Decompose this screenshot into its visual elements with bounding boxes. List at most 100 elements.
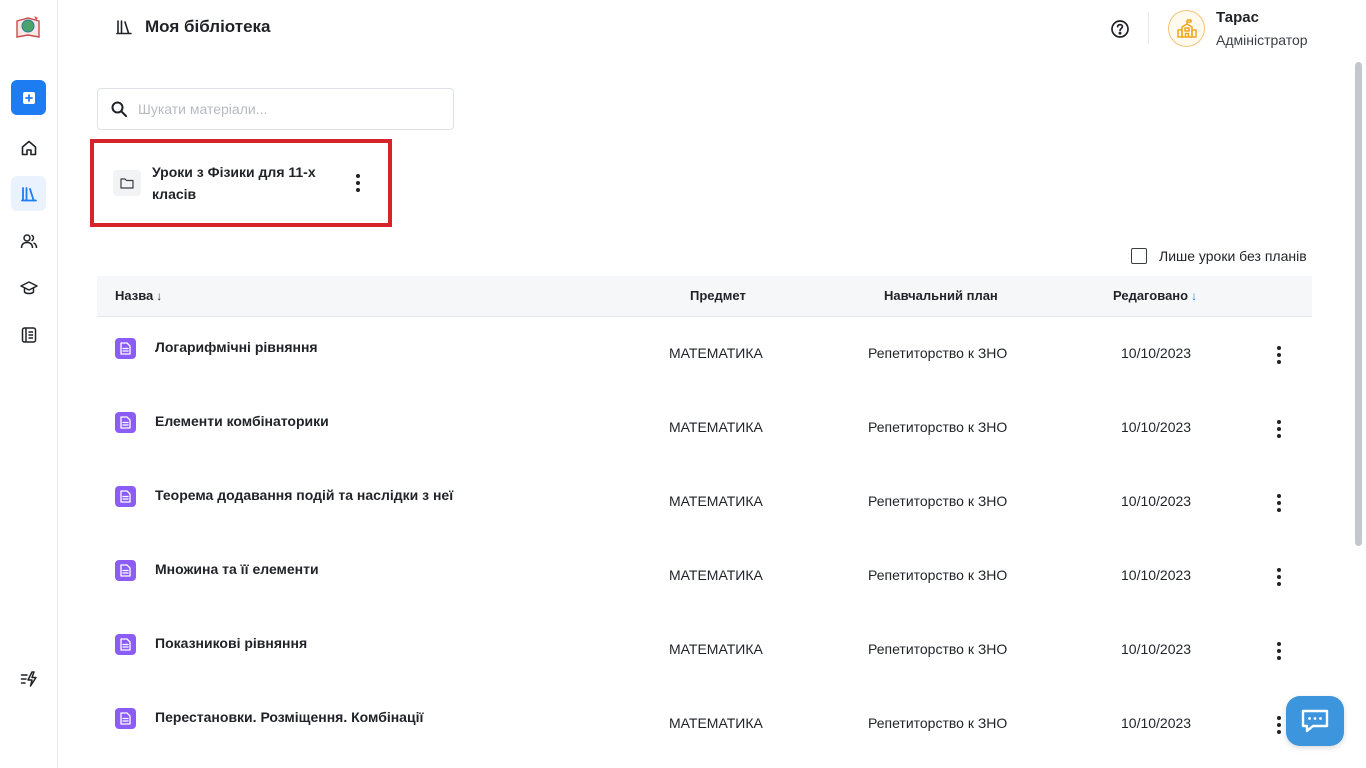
- row-menu-button[interactable]: [1271, 716, 1287, 734]
- column-header-edited[interactable]: Редаговано ↓: [1113, 288, 1197, 303]
- column-header-name-label: Назва: [115, 288, 154, 303]
- column-header-subject-label: Предмет: [690, 288, 746, 303]
- row-subject: МАТЕМАТИКА: [669, 715, 763, 731]
- kebab-dot: [1277, 501, 1281, 505]
- graduation-cap-icon: [19, 280, 38, 294]
- kebab-dot: [356, 188, 360, 192]
- search-box[interactable]: [97, 88, 454, 130]
- sidebar: [0, 0, 58, 768]
- row-menu-button[interactable]: [1271, 568, 1287, 586]
- page-title-text: Моя бібліотека: [145, 17, 271, 36]
- kebab-dot: [1277, 568, 1281, 572]
- row-name[interactable]: Логарифмічні рівняння: [155, 339, 318, 355]
- kebab-dot: [1277, 575, 1281, 579]
- row-name[interactable]: Елементи комбінаторики: [155, 413, 329, 429]
- sort-arrow-down-icon: ↓: [156, 288, 163, 303]
- table-row[interactable]: Множина та її елементи МАТЕМАТИКА Репетито…: [97, 539, 1312, 613]
- column-header-subject[interactable]: Предмет: [690, 288, 746, 303]
- kebab-dot: [1277, 582, 1281, 586]
- sidebar-item-home[interactable]: [11, 130, 46, 165]
- kebab-dot: [1277, 420, 1281, 424]
- row-plan: Репетиторство к ЗНО: [868, 567, 1008, 583]
- journal-icon: [21, 326, 36, 343]
- row-name[interactable]: Показникові рівняння: [155, 635, 307, 651]
- row-plan: Репетиторство к ЗНО: [868, 419, 1008, 435]
- filter-no-plans[interactable]: Лише уроки без планів: [1131, 248, 1307, 264]
- table-row[interactable]: Теорема додавання подій та наслідки з не…: [97, 465, 1312, 539]
- row-menu-button[interactable]: [1271, 494, 1287, 512]
- document-icon: [115, 486, 136, 507]
- row-date: 10/10/2023: [1121, 419, 1192, 435]
- help-button[interactable]: [1110, 19, 1130, 39]
- row-subject: МАТЕМАТИКА: [669, 419, 763, 435]
- school-icon: [1176, 18, 1197, 38]
- sidebar-item-journal[interactable]: [11, 317, 46, 352]
- row-subject: МАТЕМАТИКА: [669, 567, 763, 583]
- document-icon: [115, 708, 136, 729]
- kebab-dot: [1277, 494, 1281, 498]
- column-header-edited-label: Редаговано: [1113, 288, 1189, 303]
- row-plan: Репетиторство к ЗНО: [868, 345, 1008, 361]
- document-icon: [115, 560, 136, 581]
- plus-square-icon: [22, 91, 35, 104]
- kebab-dot: [1277, 434, 1281, 438]
- kebab-dot: [1277, 649, 1281, 653]
- filter-label: Лише уроки без планів: [1159, 248, 1307, 264]
- row-menu-button[interactable]: [1271, 642, 1287, 660]
- kebab-dot: [1277, 508, 1281, 512]
- scrollbar-thumb[interactable]: [1355, 62, 1362, 546]
- sidebar-item-library[interactable]: [11, 176, 46, 211]
- sidebar-item-courses[interactable]: [11, 270, 46, 305]
- sort-arrow-down-icon: ↓: [1191, 288, 1198, 303]
- kebab-dot: [1277, 730, 1281, 734]
- user-name[interactable]: Тарас: [1216, 9, 1259, 26]
- column-header-plan[interactable]: Навчальний план: [884, 288, 998, 303]
- row-name[interactable]: Множина та її елементи: [155, 561, 319, 577]
- library-icon: [20, 186, 37, 201]
- kebab-dot: [1277, 360, 1281, 364]
- kebab-dot: [1277, 642, 1281, 646]
- header-divider: [1148, 12, 1149, 44]
- table-row[interactable]: Перестановки. Розміщення. Комбінації МАТЕ…: [97, 687, 1312, 761]
- avatar[interactable]: [1168, 10, 1205, 47]
- search-icon: [111, 101, 127, 117]
- row-menu-button[interactable]: [1271, 346, 1287, 364]
- row-menu-button[interactable]: [1271, 420, 1287, 438]
- sidebar-item-users[interactable]: [11, 223, 46, 258]
- document-icon: [115, 634, 136, 655]
- kebab-dot: [356, 174, 360, 178]
- help-icon: [1111, 20, 1129, 38]
- table-header: Назва ↓ Предмет Навчальний план Редагова…: [97, 276, 1312, 317]
- folder-icon-box: [113, 170, 141, 196]
- folder-card[interactable]: Уроки з Фізики для 11-х класів: [97, 146, 385, 220]
- row-date: 10/10/2023: [1121, 567, 1192, 583]
- search-input[interactable]: [138, 101, 428, 117]
- column-header-plan-label: Навчальний план: [884, 288, 998, 303]
- folder-menu-button[interactable]: [350, 174, 366, 192]
- user-role: Адміністратор: [1216, 32, 1308, 48]
- filter-checkbox[interactable]: [1131, 248, 1147, 264]
- kebab-dot: [1277, 656, 1281, 660]
- row-subject: МАТЕМАТИКА: [669, 493, 763, 509]
- table-row[interactable]: Елементи комбінаторики МАТЕМАТИКА Репетито…: [97, 391, 1312, 465]
- sidebar-item-updates[interactable]: [11, 661, 46, 696]
- row-name[interactable]: Перестановки. Розміщення. Комбінації: [155, 709, 423, 725]
- kebab-dot: [356, 181, 360, 185]
- row-subject: МАТЕМАТИКА: [669, 345, 763, 361]
- row-date: 10/10/2023: [1121, 493, 1192, 509]
- app-logo[interactable]: [14, 13, 42, 41]
- row-plan: Репетиторство к ЗНО: [868, 641, 1008, 657]
- row-name[interactable]: Теорема додавання подій та наслідки з не…: [155, 487, 453, 503]
- column-header-name[interactable]: Назва ↓: [115, 288, 162, 303]
- kebab-dot: [1277, 427, 1281, 431]
- row-plan: Репетиторство к ЗНО: [868, 493, 1008, 509]
- home-icon: [21, 140, 36, 155]
- chat-icon: [1301, 709, 1329, 733]
- table-row[interactable]: Логарифмічні рівняння МАТЕМАТИКА Репетитор…: [97, 317, 1312, 391]
- users-icon: [20, 233, 37, 248]
- kebab-dot: [1277, 716, 1281, 720]
- chat-button[interactable]: [1286, 696, 1344, 746]
- document-icon: [115, 412, 136, 433]
- table-row[interactable]: Показникові рівняння МАТЕМАТИКА Репетиторс…: [97, 613, 1312, 687]
- create-button[interactable]: [11, 80, 46, 115]
